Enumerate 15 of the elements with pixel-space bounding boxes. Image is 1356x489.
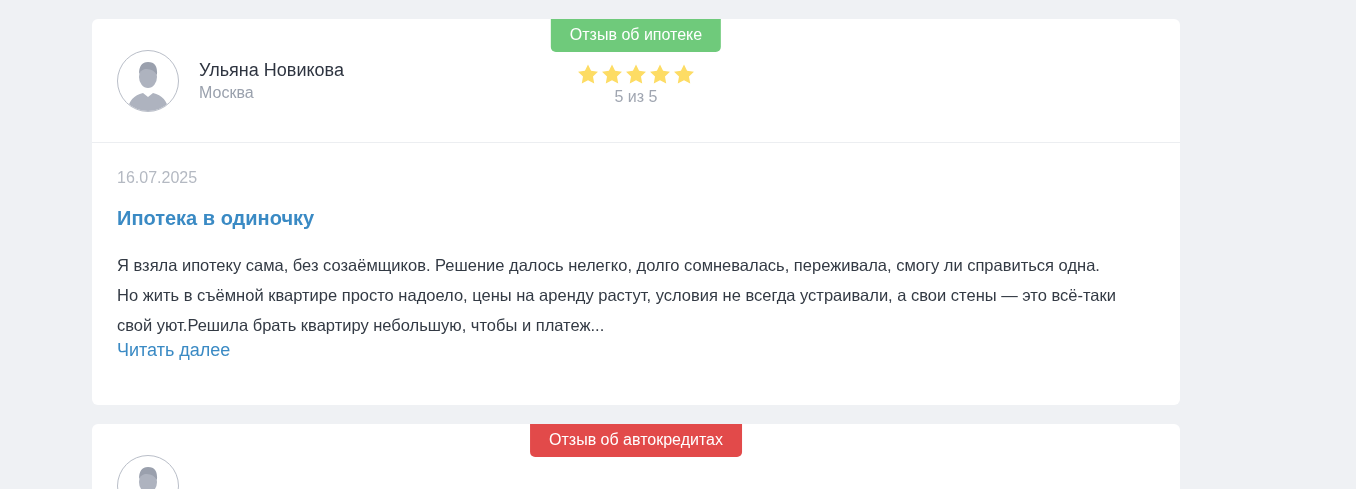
review-text: Я взяла ипотеку сама, без созаёмщиков. Решение далось нелегко, долго сомневалась, переживала, смогу ли справиться одна. Но жить в съёмной квартире просто надоело, цены на аренду растут, условия не всегда устраивали, а свои стены — это всё-таки свой уют.Решила брать квартиру небольшую, чтобы и платеж... (117, 255, 1117, 336)
review-date: 16.07.2025 (117, 169, 198, 187)
author-name: Ульяна Новикова (199, 59, 344, 81)
rating-text: 5 из 5 (614, 88, 658, 106)
star-icon (672, 63, 696, 86)
star-icon (624, 63, 648, 86)
star-icon (600, 63, 624, 86)
review-category-badge: Отзыв об ипотеке (550, 19, 722, 52)
review-category-badge: Отзыв об автокредитах (530, 424, 742, 457)
star-icon (648, 63, 672, 86)
author-city: Москва (199, 83, 255, 102)
avatar-icon (117, 49, 179, 112)
star-icon (576, 63, 600, 86)
review-title[interactable]: Ипотека в одиночку (117, 207, 315, 230)
read-more-link[interactable]: Читать далее (117, 340, 231, 361)
